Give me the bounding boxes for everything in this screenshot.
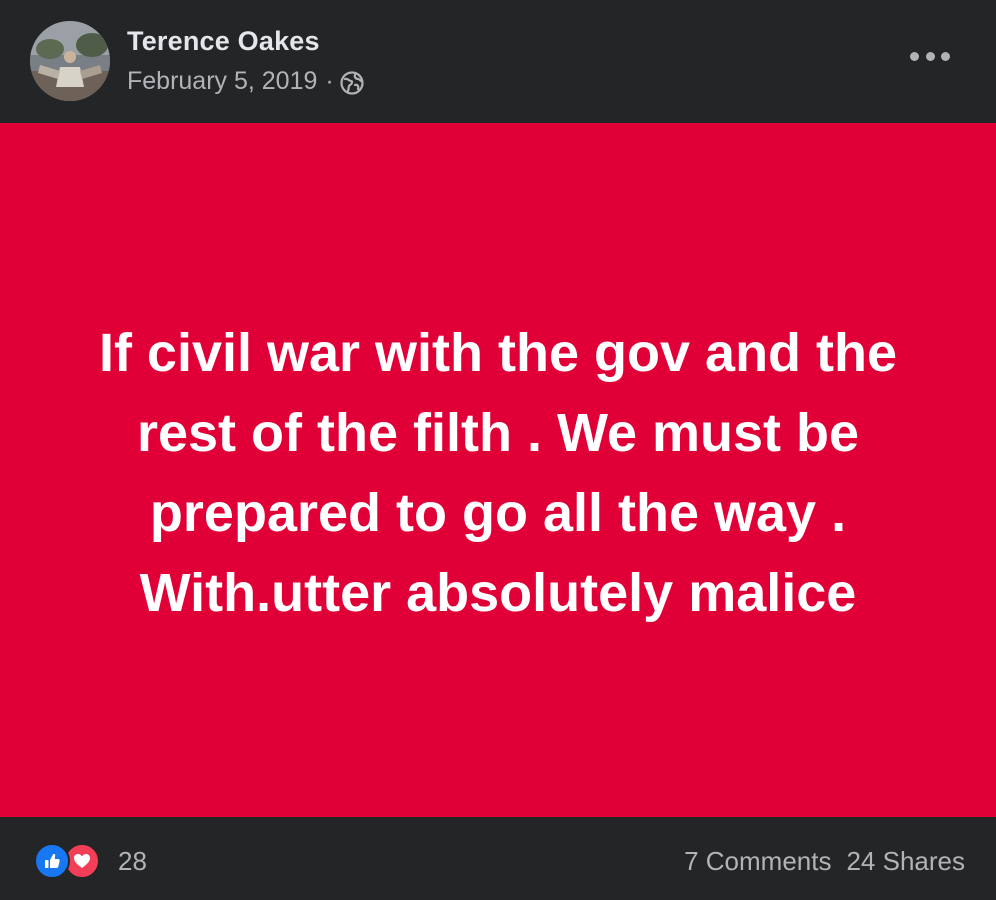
more-options-icon[interactable] <box>910 44 950 68</box>
globe-icon <box>340 70 364 95</box>
like-icon <box>34 843 70 879</box>
more-dot <box>941 51 950 61</box>
more-dot <box>910 51 919 61</box>
stats-gap <box>831 846 846 877</box>
avatar[interactable] <box>30 21 110 101</box>
post-header: Terence Oakes February 5, 2019 · <box>0 0 996 123</box>
post-meta: February 5, 2019 · <box>127 67 364 96</box>
post-card: Terence Oakes February 5, 2019 · If civi… <box>0 0 996 900</box>
meta-separator: · <box>325 67 334 95</box>
more-dot <box>925 51 935 61</box>
post-text-line: prepared to go all the way . <box>149 483 847 543</box>
post-text: If civil war with the gov and the rest o… <box>48 313 948 633</box>
post-date[interactable]: February 5, 2019 <box>127 67 317 96</box>
post-text-line: rest of the filth . We must be <box>136 403 860 463</box>
post-text-line: If civil war with the gov and the <box>98 323 898 383</box>
post-stats: 7 Comments 24 Shares <box>684 846 965 877</box>
post-text-line: With.utter absolutely malice <box>139 563 857 623</box>
comments-link[interactable]: 7 Comments <box>684 846 831 877</box>
author-name[interactable]: Terence Oakes <box>127 26 320 57</box>
reaction-count: 28 <box>118 845 147 876</box>
shares-link[interactable]: 24 Shares <box>846 846 965 877</box>
post-footer: 28 7 Comments 24 Shares <box>0 817 996 900</box>
post-text-card[interactable]: If civil war with the gov and the rest o… <box>0 123 996 817</box>
avatar-photo <box>30 21 110 101</box>
reactions-summary[interactable]: 28 <box>34 843 147 879</box>
